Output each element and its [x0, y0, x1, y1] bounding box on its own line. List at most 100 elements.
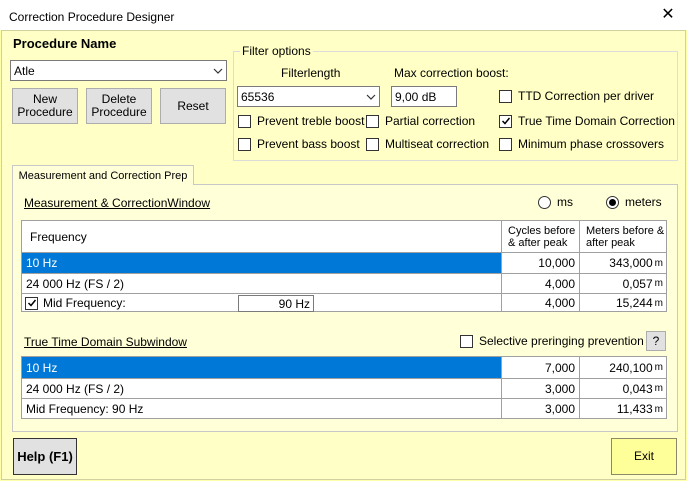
- delete-procedure-button[interactable]: Delete Procedure: [86, 88, 152, 124]
- row-meters[interactable]: 240,100 m: [579, 357, 667, 378]
- radio-circle[interactable]: [606, 195, 619, 209]
- close-icon[interactable]: ✕: [660, 7, 676, 23]
- column-header-meters: Meters before & after peak: [579, 221, 667, 252]
- mid-frequency-input[interactable]: 90 Hz: [238, 295, 314, 312]
- measurement-table: Frequency Cycles before & after peak Met…: [21, 220, 667, 312]
- row-meters[interactable]: 11,433 m: [579, 399, 667, 419]
- title-bar: Correction Procedure Designer ✕: [0, 0, 687, 30]
- ttd-per-driver-checkbox[interactable]: TTD Correction per driver: [499, 89, 654, 103]
- mid-frequency-checkbox[interactable]: Mid Frequency:: [25, 294, 235, 312]
- radio-circle[interactable]: [538, 195, 551, 209]
- max-boost-value: 9,00 dB: [395, 89, 437, 104]
- row-cycles[interactable]: 3,000: [501, 399, 579, 419]
- radio-dot: [609, 198, 616, 206]
- table-row[interactable]: Mid Frequency: 90 Hz 4,000 15,244 m: [22, 293, 666, 312]
- row-cycles[interactable]: 3,000: [501, 379, 579, 398]
- help-question-button[interactable]: ?: [646, 331, 666, 351]
- row-frequency[interactable]: 10 Hz: [22, 357, 501, 378]
- radio-meters-label: meters: [625, 195, 662, 209]
- checkbox-label: Selective preringing prevention: [479, 334, 644, 348]
- checkbox-label: TTD Correction per driver: [518, 89, 655, 103]
- help-button[interactable]: Help (F1): [13, 438, 77, 475]
- multiseat-correction-checkbox[interactable]: Multiseat correction: [366, 137, 489, 151]
- checkbox-box[interactable]: [366, 137, 379, 151]
- true-time-domain-checkbox[interactable]: True Time Domain Correction: [499, 114, 675, 128]
- row-meters[interactable]: 0,057 m: [579, 274, 667, 293]
- checkmark-icon: [501, 117, 510, 125]
- procedure-select-value: Atle: [14, 63, 35, 78]
- table-header: Frequency Cycles before & after peak Met…: [22, 221, 666, 252]
- checkbox-box[interactable]: [366, 114, 379, 128]
- row-meters-value: 11,433: [616, 402, 653, 416]
- procedure-select[interactable]: Atle: [10, 60, 227, 81]
- row-meters-unit: m: [654, 383, 663, 394]
- selective-preringing-checkbox[interactable]: Selective preringing prevention: [460, 334, 644, 348]
- window-title: Correction Procedure Designer: [9, 10, 175, 24]
- row-meters-value: 0,043: [622, 381, 653, 396]
- filterlength-select[interactable]: 65536: [237, 86, 380, 107]
- filterlength-select-value: 65536: [241, 89, 275, 104]
- checkbox-label: Prevent bass boost: [257, 137, 360, 151]
- checkbox-box[interactable]: [460, 334, 473, 348]
- prevent-bass-boost-checkbox[interactable]: Prevent bass boost: [238, 137, 360, 151]
- row-cycles[interactable]: 4,000: [501, 274, 579, 293]
- column-header-frequency: Frequency: [30, 229, 87, 244]
- row-meters[interactable]: 15,244 m: [579, 294, 667, 312]
- row-meters[interactable]: 343,000 m: [579, 253, 667, 273]
- max-boost-input[interactable]: 9,00 dB: [391, 86, 457, 107]
- row-meters-value: 343,000: [609, 256, 653, 270]
- radio-ms-label: ms: [557, 195, 573, 209]
- table-row[interactable]: 24 000 Hz (FS / 2) 3,000 0,043 m: [22, 378, 666, 398]
- row-cycles[interactable]: 4,000: [501, 294, 579, 312]
- filter-options-legend: Filter options: [240, 44, 313, 58]
- row-meters-unit: m: [654, 403, 663, 415]
- table-row[interactable]: 24 000 Hz (FS / 2) 4,000 0,057 m: [22, 273, 666, 293]
- subwindow-table: 10 Hz 7,000 240,100 m 24 000 Hz (FS / 2) …: [21, 356, 667, 419]
- mid-frequency-label: Mid Frequency:: [43, 296, 126, 310]
- row-meters-value: 15,244: [615, 296, 653, 310]
- checkbox-label: Multiseat correction: [385, 137, 490, 151]
- row-meters[interactable]: 0,043 m: [579, 379, 667, 398]
- max-boost-label: Max correction boost:: [394, 66, 509, 80]
- table-row[interactable]: 10 Hz 7,000 240,100 m: [22, 357, 666, 378]
- row-meters-unit: m: [654, 278, 663, 289]
- tab-measurement-correction-prep[interactable]: Measurement and Correction Prep: [12, 165, 194, 185]
- row-frequency[interactable]: 10 Hz: [22, 253, 501, 273]
- table-row[interactable]: 10 Hz 10,000 343,000 m: [22, 252, 666, 273]
- column-header-cycles: Cycles before & after peak: [501, 221, 579, 252]
- checkbox-box[interactable]: [499, 114, 512, 128]
- checkbox-box[interactable]: [499, 89, 512, 103]
- radio-ms[interactable]: ms: [538, 195, 573, 209]
- reset-button[interactable]: Reset: [160, 88, 226, 124]
- new-procedure-button[interactable]: New Procedure: [12, 88, 78, 124]
- checkbox-label: Prevent treble boost: [257, 114, 365, 128]
- row-cycles[interactable]: 7,000: [501, 357, 579, 378]
- partial-correction-checkbox[interactable]: Partial correction: [366, 114, 475, 128]
- filterlength-label: Filterlength: [281, 66, 341, 80]
- row-meters-unit: m: [654, 297, 663, 309]
- prevent-treble-boost-checkbox[interactable]: Prevent treble boost: [238, 114, 364, 128]
- procedure-name-heading: Procedure Name: [13, 36, 117, 51]
- tab-joiner: [13, 184, 193, 186]
- checkmark-icon: [27, 299, 36, 307]
- checkbox-box[interactable]: [499, 137, 512, 151]
- row-frequency[interactable]: 24 000 Hz (FS / 2): [22, 274, 501, 293]
- checkbox-label: Minimum phase crossovers: [518, 137, 665, 151]
- row-cycles[interactable]: 10,000: [501, 253, 579, 273]
- minimum-phase-checkbox[interactable]: Minimum phase crossovers: [499, 137, 664, 151]
- checkbox-box[interactable]: [238, 114, 251, 128]
- measurement-window-heading: Measurement & CorrectionWindow: [24, 196, 211, 210]
- row-frequency[interactable]: Mid Frequency: 90 Hz: [22, 399, 501, 419]
- checkbox-box[interactable]: [25, 296, 38, 310]
- table-row[interactable]: Mid Frequency: 90 Hz 3,000 11,433 m: [22, 398, 666, 419]
- exit-button[interactable]: Exit: [611, 438, 677, 475]
- row-meters-value: 240,100: [609, 360, 653, 375]
- checkbox-label: Partial correction: [385, 114, 476, 128]
- subwindow-heading: True Time Domain Subwindow: [24, 335, 187, 349]
- row-frequency[interactable]: 24 000 Hz (FS / 2): [22, 379, 501, 398]
- radio-meters[interactable]: meters: [606, 195, 662, 209]
- chevron-down-icon: [363, 87, 379, 106]
- row-meters-value: 0,057: [622, 276, 653, 291]
- checkbox-box[interactable]: [238, 137, 251, 151]
- checkbox-label: True Time Domain Correction: [518, 114, 675, 128]
